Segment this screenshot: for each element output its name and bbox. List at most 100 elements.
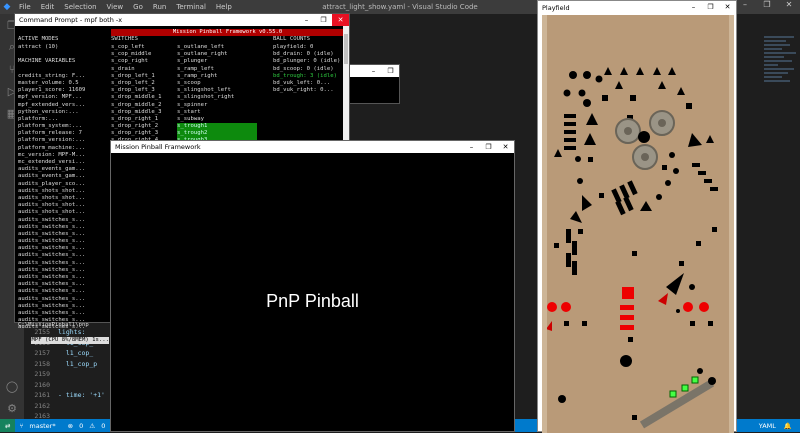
gear-icon[interactable]: ⚙ — [0, 397, 24, 419]
errors-indicator[interactable]: ⊗ 0 ⚠ 0 — [68, 422, 110, 430]
terminal-line: s_ramp_left — [177, 65, 215, 72]
minimize-icon[interactable]: – — [298, 14, 315, 26]
standup-target — [588, 157, 593, 162]
playfield-diagram — [546, 67, 718, 429]
terminal-line: mc_extended_versi... — [18, 159, 86, 165]
terminal-line: audits_switches_s... — [18, 223, 86, 230]
terminal-line: mc_version: MPF-M... — [18, 151, 86, 158]
maximize-icon[interactable]: ❐ — [702, 1, 719, 13]
close-icon[interactable]: ✕ — [778, 0, 800, 9]
account-icon[interactable]: ◯ — [0, 375, 24, 397]
terminal-line: s_drop_middle_1 — [111, 94, 162, 101]
mpf-title: Mission Pinball Framework — [115, 143, 201, 151]
maximize-icon[interactable]: ❐ — [756, 0, 778, 9]
menu-help[interactable]: Help — [216, 3, 232, 11]
standup-target — [690, 321, 695, 326]
drop-target — [572, 241, 577, 255]
terminal-line: bd_vuk_right: 0... — [273, 87, 334, 94]
terminal-line: mpf_version: MPF... — [18, 94, 82, 101]
notifications-icon[interactable]: 🔔 — [784, 422, 792, 430]
insert-lamp — [669, 152, 675, 158]
terminal-line: mpf_extended_vers... — [18, 101, 86, 108]
mpf-display-window[interactable]: Mission Pinball Framework – ❐ ✕ PnP Pinb… — [110, 140, 515, 432]
insert-lamp — [692, 163, 700, 167]
green-insert — [691, 376, 699, 384]
drop-target — [627, 180, 638, 196]
terminal-line: s_drop_left_2 — [111, 79, 155, 86]
inlane-lamp — [697, 368, 703, 374]
standup-target — [679, 261, 684, 266]
terminal-line: audits_switches_s... — [18, 230, 86, 237]
switches-list-a: s_cop_left s_cop_middle s_cop_right s_drain… — [111, 44, 162, 152]
minimize-icon[interactable]: – — [734, 0, 756, 9]
display-text: PnP Pinball — [266, 291, 359, 311]
close-icon[interactable]: ✕ — [497, 141, 514, 153]
menu-selection[interactable]: Selection — [64, 3, 96, 11]
menu-file[interactable]: File — [19, 3, 31, 11]
terminal-line: python_version:... — [18, 108, 79, 115]
terminal-line: s_trough2 — [177, 130, 257, 138]
minimize-icon[interactable]: – — [463, 141, 480, 153]
cmd-title: Command Prompt - mpf both -x — [19, 16, 123, 24]
branch-indicator[interactable]: ⑂ master* — [19, 422, 59, 430]
terminal-line: s_cop_left — [111, 44, 145, 50]
arrow-insert — [570, 211, 582, 223]
menu-bar: File Edit Selection View Go Run Terminal Help — [14, 3, 237, 11]
cmd-title-bar[interactable]: Command Prompt - mpf both -x – ❐ ✕ — [15, 14, 349, 26]
terminal-line: audits_shots_shot... — [18, 194, 86, 201]
playfield-title-bar[interactable]: Playfield – ❐ ✕ — [538, 1, 736, 15]
green-insert — [669, 390, 677, 398]
language-mode[interactable]: YAML — [759, 422, 776, 430]
terminal-line: playfield: 0 — [273, 44, 314, 50]
top-hole — [583, 71, 591, 79]
minimize-icon[interactable]: – — [685, 1, 702, 13]
terminal-line: s_drop_right_2 — [111, 123, 159, 130]
console-title-bar[interactable]: – ❐ — [345, 65, 399, 77]
arrow-insert — [636, 67, 644, 75]
arrow-insert — [668, 67, 676, 75]
minimize-icon[interactable]: – — [365, 65, 382, 77]
top-hole — [563, 89, 571, 97]
line-number: 2161 — [34, 391, 50, 399]
terminal-line: audits_switches_s... — [18, 245, 86, 252]
close-icon[interactable]: ✕ — [332, 14, 349, 26]
background-console-window[interactable]: – ❐ — [344, 64, 400, 104]
mpf-title-bar[interactable]: Mission Pinball Framework – ❐ ✕ — [111, 141, 514, 153]
maximize-icon[interactable]: ❐ — [382, 65, 399, 77]
code-line[interactable]: l1_cop_p — [58, 360, 97, 368]
terminal-line: audits_switches_s... — [18, 274, 86, 280]
terminal-line: platform_version:... — [18, 137, 86, 144]
arrow-insert — [653, 67, 661, 75]
right-rail — [729, 15, 734, 433]
arrow-insert — [586, 113, 598, 125]
terminal-line: audits_player_sco... — [18, 180, 86, 187]
playfield-window[interactable]: Playfield – ❐ ✕ — [537, 0, 737, 433]
vscode-logo-icon: ◆ — [3, 2, 11, 12]
red-lamp — [547, 302, 557, 312]
arrow-insert — [584, 133, 596, 145]
maximize-icon[interactable]: ❐ — [480, 141, 497, 153]
menu-go[interactable]: Go — [133, 3, 143, 11]
playfield-board[interactable] — [542, 15, 734, 433]
terminal-line: audits_events_gam... — [18, 173, 86, 180]
line-number: 2159 — [34, 370, 50, 378]
terminal-line: s_cop_right — [111, 58, 149, 65]
close-icon[interactable]: ✕ — [719, 1, 736, 13]
drop-target — [611, 188, 622, 204]
menu-edit[interactable]: Edit — [41, 3, 55, 11]
menu-view[interactable]: View — [107, 3, 124, 11]
code-line[interactable]: - time: '+1' — [58, 391, 105, 399]
remote-indicator[interactable]: ⇄ — [0, 419, 16, 432]
terminal-line: audits_switches_s... — [18, 238, 86, 245]
top-hole — [569, 71, 577, 79]
terminal-line: audits_switches_s... — [18, 295, 86, 302]
pop-bumper — [658, 119, 666, 127]
insert-lamp — [676, 309, 680, 313]
maximize-icon[interactable]: ❐ — [315, 14, 332, 26]
inlane-lamp — [708, 377, 716, 385]
minimap[interactable] — [764, 34, 800, 414]
mpf-header-banner: Mission Pinball Framework v0.55.0 — [111, 29, 344, 36]
menu-terminal[interactable]: Terminal — [176, 3, 206, 11]
menu-run[interactable]: Run — [153, 3, 166, 11]
slingshot-arrow — [658, 293, 668, 305]
